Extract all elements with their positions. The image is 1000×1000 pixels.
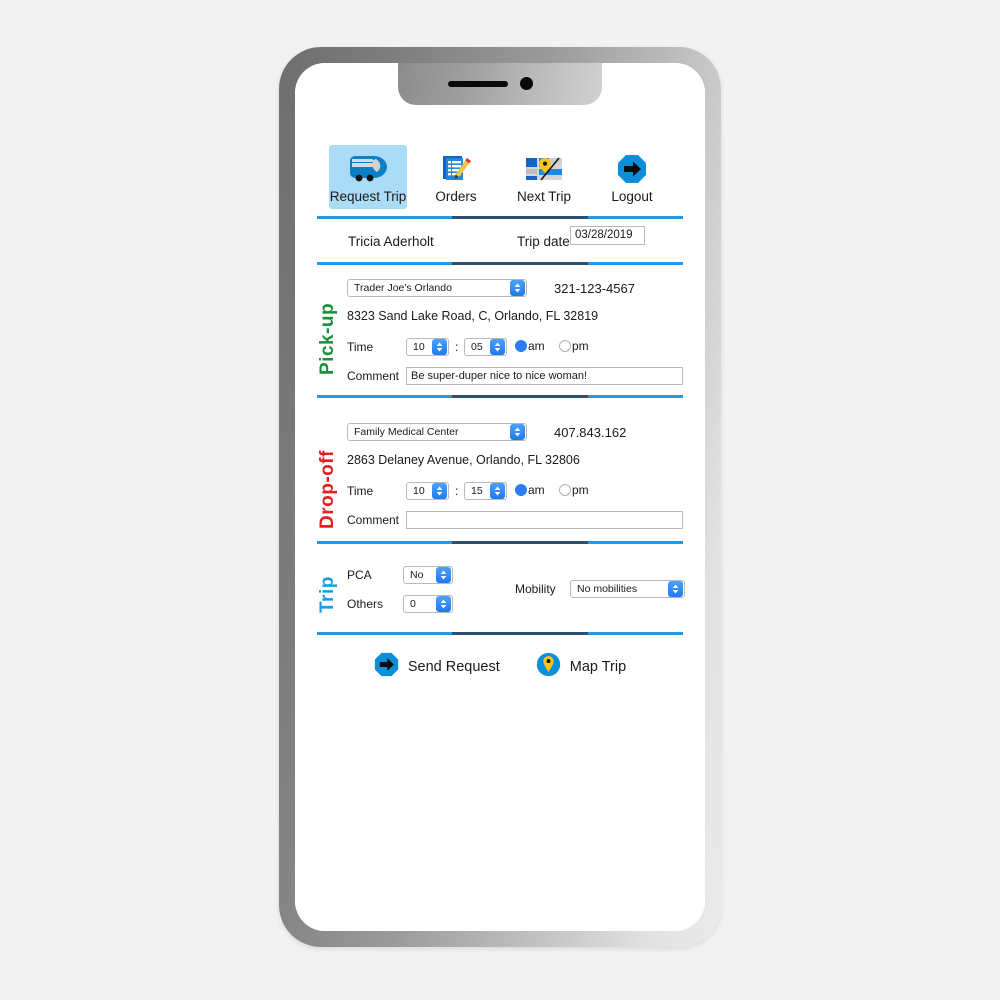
pickup-am-radio[interactable] bbox=[515, 340, 527, 352]
chevron-updown-icon bbox=[668, 581, 683, 597]
nav-label-next-trip: Next Trip bbox=[516, 189, 571, 204]
chevron-updown-icon bbox=[436, 567, 451, 583]
send-arrow-octagon-icon bbox=[374, 652, 399, 682]
divider-pickup-dropoff bbox=[317, 395, 683, 398]
dropoff-location-value: Family Medical Center bbox=[354, 426, 459, 438]
nav-label-request-trip: Request Trip bbox=[329, 189, 407, 204]
pca-select[interactable]: No bbox=[403, 566, 453, 584]
chevron-updown-icon bbox=[432, 483, 447, 499]
divider-above-actions bbox=[317, 632, 683, 635]
others-value: 0 bbox=[410, 598, 416, 610]
nav-label-orders: Orders bbox=[435, 189, 477, 204]
trip-date-input[interactable] bbox=[570, 226, 645, 245]
dropoff-am-radio[interactable] bbox=[515, 484, 527, 496]
speaker-grille bbox=[448, 81, 508, 87]
dropoff-comment-label: Comment bbox=[347, 513, 400, 527]
app-root: Request Trip Orders Next Trip Logout Tri… bbox=[295, 63, 705, 931]
trip-date-label: Trip date bbox=[517, 234, 570, 249]
pickup-location-value: Trader Joe's Orlando bbox=[354, 282, 452, 294]
dropoff-address: 2863 Delaney Avenue, Orlando, FL 32806 bbox=[347, 453, 580, 467]
pickup-location-select[interactable]: Trader Joe's Orlando bbox=[347, 279, 527, 297]
dropoff-am-label: am bbox=[528, 483, 545, 497]
dropoff-phone: 407.843.162 bbox=[554, 425, 627, 440]
chevron-updown-icon bbox=[510, 280, 525, 296]
nav-item-orders[interactable]: Orders bbox=[417, 145, 495, 209]
nav-item-logout[interactable]: Logout bbox=[593, 145, 671, 209]
others-label: Others bbox=[347, 597, 384, 611]
dropoff-pm-label: pm bbox=[572, 483, 589, 497]
phone-frame: Request Trip Orders Next Trip Logout Tri… bbox=[279, 47, 721, 947]
pickup-side-label: Pick-up bbox=[317, 302, 338, 375]
front-camera bbox=[520, 77, 533, 90]
dropoff-pm-radio[interactable] bbox=[559, 484, 571, 496]
pickup-am-label: am bbox=[528, 339, 545, 353]
pickup-time-label: Time bbox=[347, 340, 374, 354]
mobility-value: No mobilities bbox=[577, 583, 638, 595]
trip-side-label: Trip bbox=[317, 576, 338, 613]
mobility-select[interactable]: No mobilities bbox=[570, 580, 685, 598]
divider-below-header bbox=[317, 262, 683, 265]
mobility-label: Mobility bbox=[515, 582, 556, 596]
chevron-updown-icon bbox=[490, 339, 505, 355]
chevron-updown-icon bbox=[510, 424, 525, 440]
pickup-comment-input[interactable] bbox=[406, 367, 683, 385]
dropoff-location-select[interactable]: Family Medical Center bbox=[347, 423, 527, 441]
dropoff-hour-select[interactable]: 10 bbox=[406, 482, 449, 500]
main-nav: Request Trip Orders Next Trip Logout bbox=[295, 145, 705, 213]
dropoff-time-colon: : bbox=[455, 484, 459, 498]
dropoff-time-label: Time bbox=[347, 484, 374, 498]
map-pin-icon bbox=[524, 152, 564, 186]
nav-label-logout: Logout bbox=[611, 189, 653, 204]
divider-below-nav bbox=[317, 216, 683, 219]
dropoff-hour-value: 10 bbox=[413, 485, 425, 497]
phone-notch bbox=[398, 63, 602, 105]
trip-header-row: Tricia Aderholt Trip date bbox=[295, 224, 705, 262]
chevron-updown-icon bbox=[432, 339, 447, 355]
pca-label: PCA bbox=[347, 568, 372, 582]
others-select[interactable]: 0 bbox=[403, 595, 453, 613]
chevron-updown-icon bbox=[490, 483, 505, 499]
pickup-comment-label: Comment bbox=[347, 369, 400, 383]
pickup-address: 8323 Sand Lake Road, C, Orlando, FL 3281… bbox=[347, 309, 599, 323]
chevron-updown-icon bbox=[436, 596, 451, 612]
dropoff-side-label: Drop-off bbox=[317, 450, 338, 529]
dropoff-comment-input[interactable] bbox=[406, 511, 683, 529]
pickup-time-colon: : bbox=[455, 340, 459, 354]
map-trip-label: Map Trip bbox=[569, 659, 627, 675]
nav-item-request-trip[interactable]: Request Trip bbox=[329, 145, 407, 209]
pickup-hour-value: 10 bbox=[413, 341, 425, 353]
map-pin-icon bbox=[536, 652, 561, 682]
send-request-button[interactable]: Send Request bbox=[374, 652, 500, 682]
action-bar: Send Request Map Trip bbox=[295, 649, 705, 685]
dropoff-minute-select[interactable]: 15 bbox=[464, 482, 507, 500]
pickup-minute-select[interactable]: 05 bbox=[464, 338, 507, 356]
pickup-hour-select[interactable]: 10 bbox=[406, 338, 449, 356]
divider-dropoff-trip bbox=[317, 541, 683, 544]
orders-document-pencil-icon bbox=[436, 152, 476, 186]
pickup-minute-value: 05 bbox=[471, 341, 483, 353]
pca-value: No bbox=[410, 569, 424, 581]
pickup-phone: 321-123-4567 bbox=[554, 281, 635, 296]
bus-icon bbox=[348, 152, 388, 186]
map-trip-button[interactable]: Map Trip bbox=[536, 652, 626, 682]
dropoff-minute-value: 15 bbox=[471, 485, 483, 497]
phone-screen: Request Trip Orders Next Trip Logout Tri… bbox=[295, 63, 705, 931]
send-request-label: Send Request bbox=[407, 659, 500, 675]
client-name: Tricia Aderholt bbox=[348, 234, 434, 249]
nav-item-next-trip[interactable]: Next Trip bbox=[505, 145, 583, 209]
pickup-pm-label: pm bbox=[572, 339, 589, 353]
logout-arrow-octagon-icon bbox=[612, 152, 652, 186]
pickup-pm-radio[interactable] bbox=[559, 340, 571, 352]
